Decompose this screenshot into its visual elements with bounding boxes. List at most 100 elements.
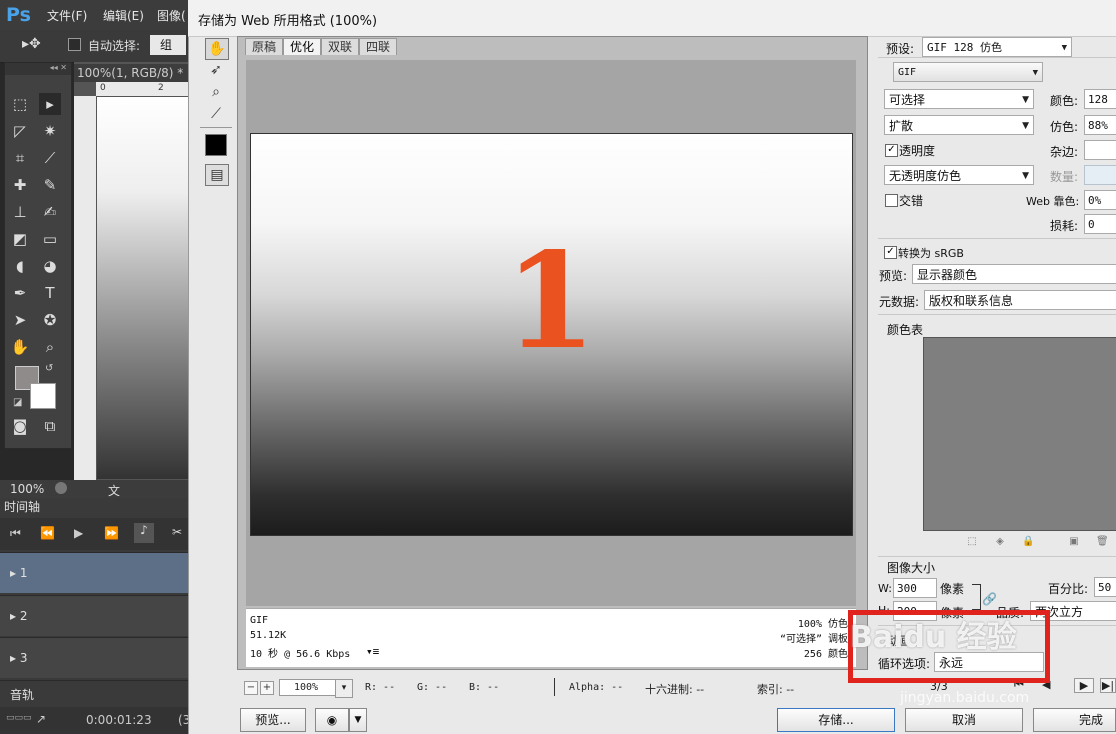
path-selection-icon[interactable]: ➤ bbox=[9, 309, 31, 331]
dither-input[interactable]: 88% bbox=[1084, 115, 1116, 135]
zoom-out-button[interactable]: − bbox=[244, 681, 258, 695]
timeline-track[interactable]: ▸ 3 bbox=[0, 637, 190, 678]
timeline-track[interactable]: ▸ 2 bbox=[0, 595, 190, 636]
preview-button[interactable]: 预览... bbox=[240, 708, 306, 732]
play-icon[interactable]: ▶ bbox=[1074, 678, 1094, 693]
tab-4-up[interactable]: 四联 bbox=[359, 38, 397, 55]
interlaced-checkbox[interactable] bbox=[885, 194, 898, 207]
eyedropper-tool-icon[interactable]: ⟋ bbox=[205, 104, 227, 124]
readout-hex: 十六进制: -- bbox=[645, 683, 705, 696]
pen-tool-icon[interactable]: ✒ bbox=[9, 282, 31, 304]
first-frame-icon[interactable]: ⏮ bbox=[10, 526, 21, 541]
preview-mode-select[interactable]: 显示器颜色 bbox=[912, 264, 1116, 284]
tab-2-up[interactable]: 双联 bbox=[321, 38, 359, 55]
gradient-tool-icon[interactable]: ▭ bbox=[39, 228, 61, 250]
cancel-button[interactable]: 取消 bbox=[905, 708, 1023, 732]
status-menu-icon[interactable] bbox=[55, 482, 67, 494]
color-reduction-select[interactable]: 可选择 ▼ bbox=[884, 89, 1034, 109]
zoom-tool-icon[interactable]: ⌕ bbox=[39, 336, 61, 358]
play-icon[interactable]: ▶ bbox=[74, 526, 83, 540]
color-table[interactable] bbox=[923, 337, 1116, 531]
metadata-select[interactable]: 版权和联系信息 bbox=[924, 290, 1116, 310]
download-rate-menu-icon[interactable]: ▾≡ bbox=[366, 645, 379, 658]
timeline-tab[interactable]: 时间轴 bbox=[4, 498, 40, 515]
prev-frame-icon[interactable]: ⏪ bbox=[40, 526, 55, 540]
convert-icon[interactable]: ↗ bbox=[36, 712, 46, 726]
menu-image[interactable]: 图像( bbox=[157, 7, 186, 24]
web-snap-input[interactable]: 0% bbox=[1084, 190, 1116, 210]
save-button[interactable]: 存储... bbox=[777, 708, 895, 732]
lock-icon[interactable]: 🔒 bbox=[1022, 536, 1034, 548]
audio-icon[interactable]: ♪ bbox=[134, 523, 154, 543]
map-to-transparent-icon[interactable]: ⬚ bbox=[966, 536, 978, 548]
percent-input[interactable]: 50 bbox=[1094, 577, 1116, 597]
menu-edit[interactable]: 编辑(E) bbox=[103, 7, 144, 24]
lasso-tool-icon[interactable]: ◸ bbox=[9, 120, 31, 142]
timeline-track[interactable]: ▸ 1 bbox=[0, 552, 190, 593]
menu-file[interactable]: 文件(F) bbox=[47, 7, 87, 24]
delete-icon[interactable]: 🗑 bbox=[1096, 536, 1109, 548]
split-icon[interactable]: ✂ bbox=[172, 525, 182, 539]
dither-algorithm-select[interactable]: 扩散 ▼ bbox=[884, 115, 1034, 135]
audio-track[interactable]: 音轨 bbox=[0, 680, 190, 707]
colors-input[interactable]: 128 bbox=[1084, 89, 1116, 109]
magic-wand-icon[interactable]: ✷ bbox=[39, 120, 61, 142]
link-icon[interactable]: 🔗 bbox=[982, 592, 997, 606]
ruler-mark: 0 bbox=[100, 83, 106, 93]
document-canvas[interactable] bbox=[97, 97, 190, 479]
healing-brush-icon[interactable]: ✚ bbox=[9, 174, 31, 196]
hand-tool-icon[interactable]: ✋ bbox=[205, 38, 229, 60]
move-tool-icon[interactable]: ▸ bbox=[39, 93, 61, 115]
eraser-tool-icon[interactable]: ◩ bbox=[9, 228, 31, 250]
brush-tool-icon[interactable]: ✎ bbox=[39, 174, 61, 196]
tab-original[interactable]: 原稿 bbox=[245, 38, 283, 55]
browser-icon[interactable]: ◉ bbox=[315, 708, 349, 732]
dialog-title: 存储为 Web 所用格式 (100%) bbox=[198, 14, 378, 29]
zoom-in-button[interactable]: + bbox=[260, 681, 274, 695]
zoom-level[interactable]: 100% bbox=[10, 482, 44, 496]
done-button[interactable]: 完成 bbox=[1033, 708, 1116, 732]
swap-colors-icon[interactable]: ↺ bbox=[45, 363, 53, 374]
new-color-icon[interactable]: ▣ bbox=[1068, 536, 1080, 548]
info-download-time: 10 秒 @ 56.6 Kbps bbox=[250, 649, 351, 660]
amount-label: 数量: bbox=[1050, 170, 1079, 184]
crop-tool-icon[interactable]: ⌗ bbox=[9, 147, 31, 169]
auto-select-dropdown[interactable]: 组 bbox=[150, 35, 186, 55]
default-colors-icon[interactable]: ◪ bbox=[13, 397, 22, 408]
transparency-checkbox[interactable]: ✓ bbox=[885, 144, 898, 157]
convert-srgb-checkbox[interactable]: ✓ bbox=[884, 246, 897, 259]
format-select[interactable]: GIF ▼ bbox=[893, 62, 1043, 82]
eyedropper-tool-icon[interactable]: ⟋ bbox=[39, 147, 61, 169]
blur-tool-icon[interactable]: ◖ bbox=[9, 255, 31, 277]
render-frames-icon[interactable]: ▭▭▭ bbox=[6, 713, 32, 723]
zoom-tool-icon[interactable]: ⌕ bbox=[205, 82, 227, 102]
dodge-tool-icon[interactable]: ◕ bbox=[39, 255, 61, 277]
hand-tool-icon[interactable]: ✋ bbox=[9, 336, 31, 358]
background-color-swatch[interactable] bbox=[30, 383, 56, 409]
quick-mask-icon[interactable]: ◙ bbox=[9, 415, 31, 437]
chevron-down-icon[interactable]: ▼ bbox=[349, 708, 367, 732]
screen-mode-icon[interactable]: ⧉ bbox=[39, 415, 61, 437]
marquee-tool-icon[interactable]: ⬚ bbox=[9, 93, 31, 115]
tab-optimized[interactable]: 优化 bbox=[283, 38, 321, 55]
document-tab[interactable]: 100%(1, RGB/8) * bbox=[74, 64, 190, 82]
type-tool-icon[interactable]: T bbox=[39, 282, 61, 304]
slice-select-tool-icon[interactable]: ➶ bbox=[205, 60, 227, 80]
matte-select[interactable] bbox=[1084, 140, 1116, 160]
eyedropper-color-swatch[interactable] bbox=[205, 134, 227, 156]
web-shift-icon[interactable]: ◈ bbox=[994, 536, 1006, 548]
ruler-mark: 2 bbox=[158, 83, 164, 93]
move-tool-icon[interactable]: ▸✥ bbox=[22, 36, 41, 52]
shape-tool-icon[interactable]: ✪ bbox=[39, 309, 61, 331]
next-frame-icon[interactable]: ▶| bbox=[1100, 678, 1116, 693]
width-input[interactable]: 300 bbox=[893, 578, 937, 598]
chevron-down-icon[interactable]: ▾ bbox=[335, 679, 353, 698]
preset-select[interactable]: GIF 128 仿色 ▼ bbox=[922, 37, 1072, 57]
lossy-input[interactable]: 0 bbox=[1084, 214, 1116, 234]
history-brush-icon[interactable]: ✍ bbox=[39, 201, 61, 223]
next-frame-icon[interactable]: ⏩ bbox=[104, 526, 119, 540]
toggle-slices-icon[interactable]: ▤ bbox=[205, 164, 229, 186]
transparency-dither-select[interactable]: 无透明度仿色 ▼ bbox=[884, 165, 1034, 185]
auto-select-checkbox[interactable] bbox=[68, 38, 81, 51]
clone-stamp-icon[interactable]: ⊥ bbox=[9, 201, 31, 223]
